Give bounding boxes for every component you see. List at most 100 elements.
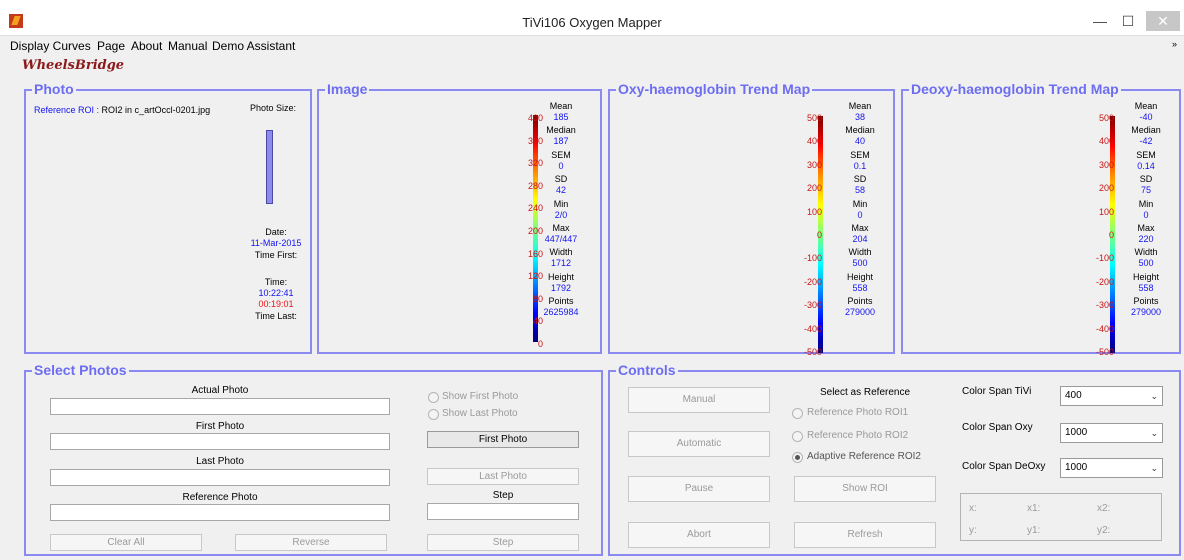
stat-value: 220 bbox=[1138, 234, 1154, 244]
time-label: Time: bbox=[264, 277, 288, 287]
colorbar-tick-label: 400 bbox=[806, 136, 822, 147]
show-first-photo-radio[interactable] bbox=[428, 392, 439, 403]
stat-label: SD bbox=[554, 174, 568, 185]
stat-label: Max bbox=[552, 223, 570, 233]
date-label: Date: bbox=[265, 227, 287, 237]
color-span-oxy-select[interactable]: 1000 ⌄ bbox=[1060, 423, 1163, 443]
maximize-button[interactable]: ☐ bbox=[1114, 11, 1142, 31]
reference-roi-label: Reference ROI : bbox=[34, 105, 100, 115]
clear-all-button[interactable]: Clear All bbox=[50, 534, 202, 551]
stat-value: 187 bbox=[553, 136, 569, 147]
window-top-strip bbox=[0, 0, 1184, 9]
stat-label: Median bbox=[546, 125, 576, 136]
show-roi-button[interactable]: Show ROI bbox=[794, 476, 936, 502]
oxy-panel-title: Oxy-haemoglobin Trend Map bbox=[616, 81, 813, 97]
elapsed-time-value: 00:19:01 bbox=[258, 299, 294, 309]
oxy-panel: Oxy-haemoglobin Trend Map 500 400 300 200 10… bbox=[608, 81, 895, 357]
reference-roi-value: ROI2 in c_artOccl-0201.jpg bbox=[101, 105, 211, 115]
menu-page[interactable]: Page bbox=[97, 39, 125, 53]
stat-value: 58 bbox=[854, 185, 865, 196]
coordinates-box: x: x1: x2: y: y1: y2: bbox=[960, 493, 1162, 541]
controls-title: Controls bbox=[616, 362, 678, 378]
colorbar-tick-label: 0 bbox=[816, 230, 822, 240]
stat-value: 0 bbox=[1143, 209, 1149, 220]
stat-value: 75 bbox=[1140, 185, 1151, 196]
refresh-button[interactable]: Refresh bbox=[794, 522, 936, 548]
stat-value: 2625984 bbox=[543, 307, 579, 318]
menu-display-curves[interactable]: Display Curves bbox=[10, 39, 91, 53]
colorbar-tick-label: 240 bbox=[527, 203, 543, 214]
show-last-photo-radio[interactable] bbox=[428, 409, 439, 420]
last-photo-button[interactable]: Last Photo bbox=[427, 468, 579, 485]
time-first-label: Time First: bbox=[254, 250, 298, 260]
colorbar-tick-label: -500 bbox=[1095, 347, 1114, 357]
colorbar-tick-label: 400 bbox=[527, 113, 543, 123]
close-button[interactable]: ✕ bbox=[1146, 11, 1180, 31]
colorbar-tick-label: 360 bbox=[527, 135, 543, 146]
colorbar-tick-label: -400 bbox=[803, 323, 822, 334]
menu-manual[interactable]: Manual bbox=[168, 39, 207, 53]
stat-value: 279000 bbox=[1130, 307, 1162, 318]
reverse-button[interactable]: Reverse bbox=[235, 534, 387, 551]
image-panel: Image 400 360 320 280 240 200 160 120 80 40 0 Mean… bbox=[317, 81, 602, 354]
color-span-tivi-label: Color Span TiVi bbox=[962, 386, 1032, 397]
manual-button[interactable]: Manual bbox=[628, 387, 770, 413]
stat-label: Points bbox=[1133, 296, 1159, 307]
chevron-down-icon: ⌄ bbox=[1150, 428, 1158, 438]
reference-roi1-label: Reference Photo ROI1 bbox=[807, 407, 909, 418]
minimize-button[interactable]: — bbox=[1086, 11, 1114, 31]
last-photo-field[interactable] bbox=[50, 469, 390, 486]
colorbar-tick-label: -500 bbox=[803, 347, 822, 357]
actual-photo-field[interactable] bbox=[50, 398, 390, 415]
select-photos-panel: Select Photos Actual Photo First Photo L… bbox=[24, 362, 603, 556]
show-last-photo-label: Show Last Photo bbox=[442, 408, 518, 419]
title-bar: TiVi106 Oxygen Mapper — ☐ ✕ bbox=[0, 9, 1184, 36]
menubar-overflow-icon[interactable]: » bbox=[1172, 39, 1177, 49]
stat-label: SEM bbox=[551, 149, 571, 160]
color-span-tivi-select[interactable]: 400 ⌄ bbox=[1060, 386, 1163, 406]
stat-label: Max bbox=[851, 223, 869, 233]
menu-demo-assistant[interactable]: Demo Assistant bbox=[212, 39, 295, 53]
first-photo-button[interactable]: First Photo bbox=[427, 431, 579, 448]
stat-value: 0 bbox=[857, 209, 863, 220]
colorbar-tick-label: -100 bbox=[803, 253, 822, 264]
stat-label: Min bbox=[852, 198, 868, 209]
stat-value: 0.14 bbox=[1137, 160, 1155, 171]
reference-photo-field[interactable] bbox=[50, 504, 390, 521]
colorbar-tick-label: 500 bbox=[806, 113, 822, 123]
adaptive-reference-radio[interactable] bbox=[792, 452, 803, 463]
abort-button[interactable]: Abort bbox=[628, 522, 770, 548]
colorbar-tick-label: -300 bbox=[803, 300, 822, 311]
color-span-deoxy-select[interactable]: 1000 ⌄ bbox=[1060, 458, 1163, 478]
reference-roi1-radio[interactable] bbox=[792, 408, 803, 419]
last-photo-label: Last Photo bbox=[196, 456, 244, 467]
color-span-oxy-value: 1000 bbox=[1065, 427, 1088, 438]
colorbar-tick-label: 0 bbox=[537, 339, 543, 349]
stat-value: 0 bbox=[558, 160, 564, 171]
photo-size-bar bbox=[266, 130, 273, 204]
colorbar-tick-label: -200 bbox=[1095, 276, 1114, 287]
stat-label: SEM bbox=[1136, 149, 1156, 160]
stat-label: SEM bbox=[850, 149, 870, 160]
pause-button[interactable]: Pause bbox=[628, 476, 770, 502]
coord-x1-label: x1: bbox=[1027, 503, 1041, 514]
step-field[interactable] bbox=[427, 503, 579, 520]
stat-label: Min bbox=[553, 198, 569, 209]
color-span-tivi-value: 400 bbox=[1065, 390, 1082, 401]
step-button[interactable]: Step bbox=[427, 534, 579, 551]
colorbar-tick-label: 120 bbox=[527, 271, 543, 282]
colorbar-tick-label: 200 bbox=[527, 226, 543, 236]
stat-value: 447/447 bbox=[544, 234, 578, 244]
coord-y1-label: y1: bbox=[1027, 525, 1041, 536]
menu-about[interactable]: About bbox=[131, 39, 162, 53]
automatic-button[interactable]: Automatic bbox=[628, 431, 770, 457]
first-photo-field[interactable] bbox=[50, 433, 390, 450]
deoxy-panel: Deoxy-haemoglobin Trend Map 500 400 300 200… bbox=[901, 81, 1181, 357]
stat-value: 40 bbox=[854, 136, 865, 147]
photo-size-label: Photo Size: bbox=[250, 103, 297, 113]
stat-label: Height bbox=[1132, 271, 1159, 282]
image-panel-title: Image bbox=[325, 81, 370, 97]
stat-label: Mean bbox=[848, 101, 872, 111]
reference-roi2-radio[interactable] bbox=[792, 431, 803, 442]
show-first-photo-label: Show First Photo bbox=[442, 391, 519, 402]
